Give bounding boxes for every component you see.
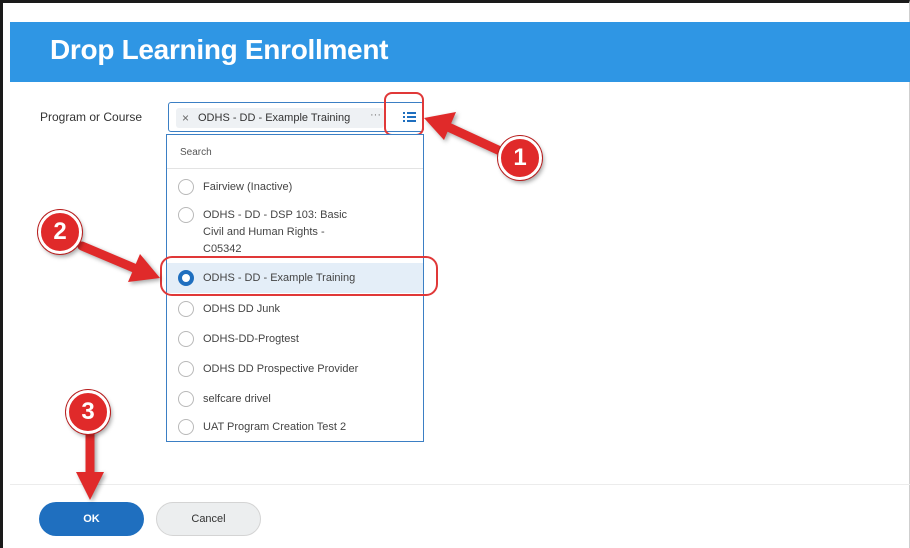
arrow-step-2 <box>77 241 160 282</box>
arrow-step-3 <box>76 429 104 500</box>
step-3-badge: 3 <box>66 390 110 434</box>
arrow-step-1 <box>424 112 503 155</box>
step-2-badge: 2 <box>38 210 82 254</box>
step-1-badge: 1 <box>498 136 542 180</box>
annotation-arrows <box>76 112 503 500</box>
